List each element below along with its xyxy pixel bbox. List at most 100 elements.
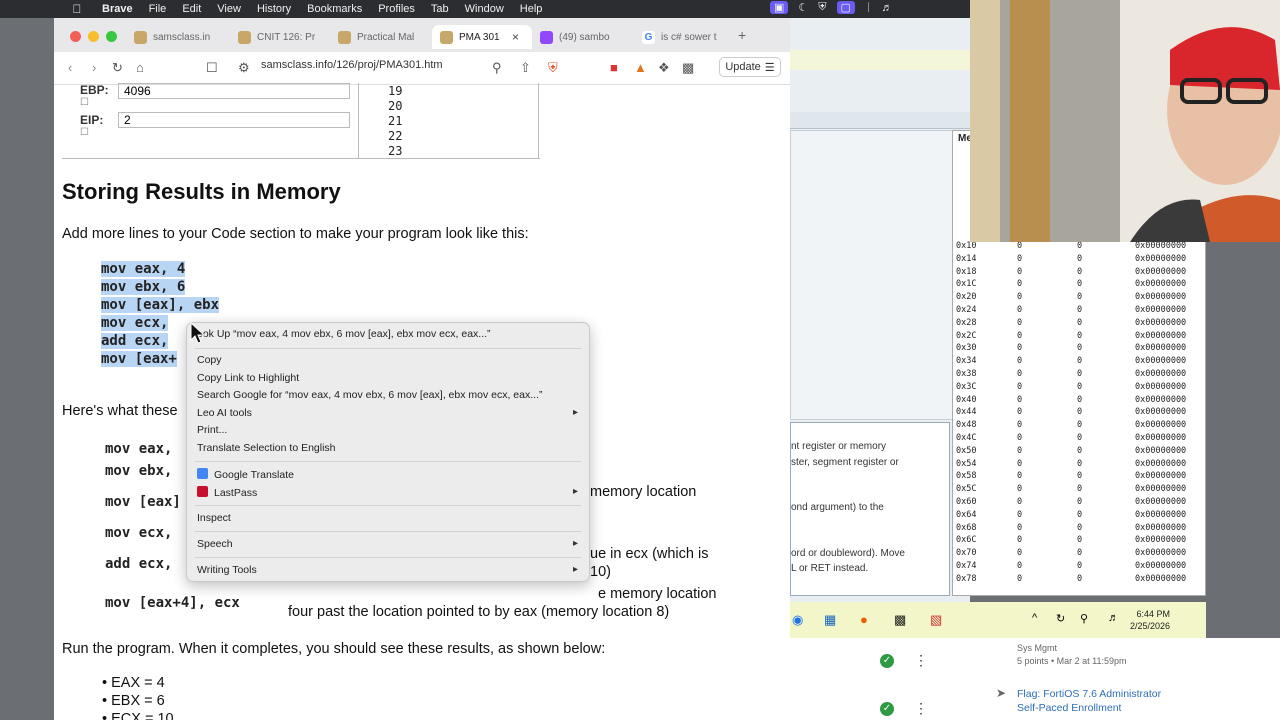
menu-item-copy[interactable]: Copy	[197, 354, 222, 366]
new-tab-plus-icon[interactable]: +	[738, 27, 746, 43]
tray-volume-icon[interactable]: ♬	[1108, 612, 1119, 624]
memory-row: 0x18 0 0 0x00000000	[953, 267, 1205, 280]
update-label: Update	[725, 61, 761, 73]
memory-row: 0x74 0 0 0x00000000	[953, 561, 1205, 574]
register-ebp-field[interactable]: 4096	[118, 83, 350, 99]
memory-row: 0x5C 0 0 0x00000000	[953, 484, 1205, 497]
store-icon[interactable]: ▦	[824, 612, 836, 628]
menu-view[interactable]: View	[217, 3, 241, 15]
screen-share-icon[interactable]: ▣	[770, 1, 789, 14]
todo-link[interactable]: Self-Paced Enrollment	[1017, 702, 1121, 714]
metamask-extension-icon[interactable]: ▲	[634, 60, 647, 75]
checkbox-icon[interactable]: ☐	[80, 97, 89, 108]
terminal-icon[interactable]: ▩	[894, 612, 906, 628]
menu-edit[interactable]: Edit	[182, 3, 201, 15]
run-paragraph: Run the program. When it completes, you …	[62, 641, 606, 657]
menu-window[interactable]: Window	[465, 3, 504, 15]
tab-google-search[interactable]: G is c# sower t	[642, 25, 734, 49]
menu-item-google-translate[interactable]: Google Translate	[197, 468, 294, 481]
explain-code: mov ebx,	[105, 463, 173, 479]
explain-code: mov ecx,	[105, 525, 173, 541]
share-icon[interactable]: ⇧	[520, 60, 531, 76]
register-eip-field[interactable]: 2	[118, 112, 350, 128]
tab-close-icon[interactable]: ×	[512, 30, 519, 44]
code-line: mov [eax], ebx	[101, 297, 220, 313]
display-icon[interactable]: ▢	[836, 1, 855, 14]
check-icon: ✓	[880, 702, 894, 716]
memory-cell: 0x30	[956, 343, 977, 354]
menu-tab[interactable]: Tab	[431, 3, 449, 15]
memory-row: 0x68 0 0 0x00000000	[953, 523, 1205, 536]
tab-practical-mal[interactable]: Practical Mal	[338, 25, 430, 49]
memory-cell: 0	[1077, 266, 1083, 277]
todo-link[interactable]: Flag: FortiOS 7.6 Administrator	[1017, 688, 1161, 700]
menu-item-writing-tools[interactable]: Writing Tools ▸	[197, 564, 578, 576]
tray-chevron-icon[interactable]: ^	[1032, 612, 1037, 624]
zoom-window-button[interactable]	[106, 31, 117, 42]
tab-samsclass[interactable]: samsclass.in	[134, 25, 226, 49]
firefox-icon[interactable]: ●	[860, 612, 868, 627]
taskbar-clock[interactable]: 6:44 PM 2/25/2026	[1130, 608, 1170, 632]
menu-file[interactable]: File	[149, 3, 167, 15]
menu-item-leo-ai[interactable]: Leo AI tools ▸	[197, 407, 578, 419]
memory-cell: 0	[1017, 573, 1023, 584]
memory-cell: 0x3C	[956, 381, 977, 392]
menu-item-look-up[interactable]: ook Up “mov eax, 4 mov ebx, 6 mov [eax],…	[197, 328, 491, 340]
edge-icon[interactable]: ◉	[792, 612, 803, 628]
menu-app-brave[interactable]: Brave	[102, 3, 133, 15]
zoom-icon[interactable]: ⚲	[492, 60, 502, 76]
menu-item-inspect[interactable]: Inspect	[197, 512, 231, 524]
memory-cell: 0x00000000	[1135, 522, 1187, 533]
home-icon[interactable]: ⌂	[136, 60, 144, 75]
menu-item-label: LastPass	[214, 487, 258, 499]
explain-desc: ue in ecx (which is	[590, 546, 709, 562]
tab-pma301[interactable]: PMA 301 ×	[432, 25, 532, 49]
update-button[interactable]: Update ☰	[719, 57, 781, 77]
moon-icon[interactable]: ☾	[798, 1, 808, 14]
memory-cell: 0	[1017, 253, 1023, 264]
memory-cell: 0x00000000	[1135, 484, 1187, 495]
todo-meta: 5 points • Mar 2 at 11:59pm	[1017, 656, 1127, 666]
more-options-icon[interactable]: ⋮	[914, 700, 928, 717]
menu-bookmarks[interactable]: Bookmarks	[307, 3, 362, 15]
menu-item-speech[interactable]: Speech ▸	[197, 538, 578, 550]
tab-sambo[interactable]: (49) sambo	[540, 25, 632, 49]
menu-item-copy-link[interactable]: Copy Link to Highlight	[197, 372, 299, 384]
menu-item-translate[interactable]: Translate Selection to English	[197, 442, 336, 454]
menu-separator	[195, 348, 581, 349]
wallet-icon[interactable]: ▩	[682, 60, 694, 76]
site-settings-icon[interactable]: ⚙	[238, 60, 250, 76]
memory-cell: 0	[1077, 317, 1083, 328]
address-bar[interactable]: samsclass.info/126/proj/PMA301.htm	[261, 59, 443, 71]
minimize-window-button[interactable]	[88, 31, 99, 42]
bluetooth-icon[interactable]: ᛁ	[865, 2, 872, 14]
line-number: 19	[388, 84, 403, 98]
menu-item-print[interactable]: Print...	[197, 424, 227, 436]
volume-icon[interactable]: ♬	[882, 2, 893, 14]
menu-history[interactable]: History	[257, 3, 291, 15]
reload-icon[interactable]: ↻	[112, 60, 123, 76]
menu-item-search-google[interactable]: Search Google for “mov eax, 4 mov ebx, 6…	[197, 389, 542, 401]
menu-profiles[interactable]: Profiles	[378, 3, 415, 15]
memory-cell: 0	[1017, 407, 1023, 418]
tray-sync-icon[interactable]: ↻	[1056, 612, 1065, 625]
forward-icon[interactable]: ›	[92, 60, 96, 75]
lastpass-extension-icon[interactable]: ■	[610, 60, 618, 75]
register-label-eip: EIP:	[80, 113, 104, 127]
bookmark-icon[interactable]: ☐	[206, 60, 218, 76]
brave-shields-icon[interactable]: ⛨	[548, 60, 558, 76]
checkbox-icon[interactable]: ☐	[80, 127, 89, 138]
more-options-icon[interactable]: ⋮	[914, 652, 928, 669]
shield-icon[interactable]: ⛨	[818, 1, 826, 14]
tab-cnit126[interactable]: CNIT 126: Pr	[238, 25, 330, 49]
menu-help[interactable]: Help	[520, 3, 543, 15]
apple-icon[interactable]: 	[68, 2, 86, 16]
extensions-icon[interactable]: ❖	[658, 60, 670, 76]
todo-title[interactable]: Sys Mgmt	[1017, 643, 1057, 653]
memory-cell: 0x00000000	[1135, 266, 1187, 277]
close-window-button[interactable]	[70, 31, 81, 42]
tray-network-icon[interactable]: ⚲	[1080, 612, 1088, 625]
menu-item-lastpass[interactable]: LastPass ▸	[197, 486, 578, 499]
app-icon[interactable]: ▧	[930, 612, 942, 628]
back-icon[interactable]: ‹	[68, 60, 72, 75]
